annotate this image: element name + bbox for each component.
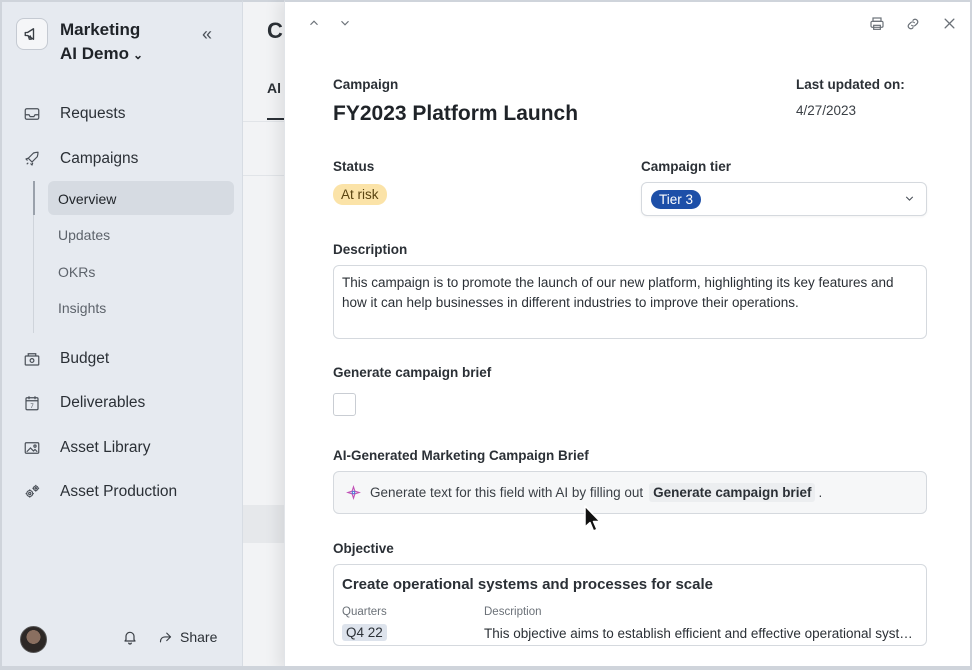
sidebar-item-deliverables[interactable]: 7 Deliverables [22, 391, 145, 415]
description-label: Description [333, 242, 408, 257]
workspace-switcher[interactable]: Marketing AI Demo ⌄ [16, 18, 143, 67]
objective-card[interactable]: Create operational systems and processes… [333, 564, 927, 646]
link-icon[interactable] [905, 16, 921, 37]
campaign-tier-label: Campaign tier [641, 159, 732, 174]
ai-sparkle-icon [346, 485, 361, 500]
inbox-icon [22, 104, 42, 124]
sidebar-item-asset-production[interactable]: Asset Production [22, 480, 177, 504]
ai-prompt-field-reference: Generate campaign brief [649, 483, 816, 502]
chevron-down-icon: ⌄ [132, 48, 144, 62]
sidebar-item-label: Requests [60, 105, 126, 122]
sidebar-subitem-insights[interactable]: Insights [58, 298, 106, 318]
ai-prompt-text: Generate text for this field with AI by … [370, 485, 644, 500]
quarters-header: Quarters [342, 606, 387, 618]
generate-brief-checkbox[interactable] [333, 393, 356, 416]
share-button[interactable]: Share [158, 629, 217, 645]
workspace-name-line1: Marketing [60, 20, 141, 39]
background-page [243, 0, 284, 670]
objective-title: Create operational systems and processes… [342, 576, 714, 593]
sidebar-item-budget[interactable]: Budget [22, 347, 109, 371]
campaign-detail-panel: Campaign FY2023 Platform Launch Last upd… [284, 0, 972, 670]
sidebar-item-requests[interactable]: Requests [22, 102, 125, 126]
background-divider [243, 121, 284, 122]
objective-label: Objective [333, 541, 394, 556]
sidebar-item-label: Campaigns [60, 150, 139, 167]
sidebar-subitem-okrs[interactable]: OKRs [58, 262, 95, 282]
chevron-down-icon[interactable] [338, 16, 352, 35]
sub-nav-guide [33, 215, 34, 333]
background-page-title: C [267, 18, 283, 43]
background-page-tab[interactable]: Al [267, 80, 281, 96]
ai-brief-label: AI-Generated Marketing Campaign Brief [333, 448, 589, 463]
collapse-sidebar-icon[interactable]: « [202, 24, 212, 45]
sidebar-item-campaigns[interactable]: Campaigns [22, 147, 138, 171]
objective-description: This objective aims to establish efficie… [484, 626, 914, 641]
campaign-label: Campaign [333, 77, 399, 92]
share-icon [159, 632, 172, 642]
last-updated-label: Last updated on: [796, 77, 905, 92]
sidebar: Marketing AI Demo ⌄ « Requests Campaigns … [0, 0, 243, 670]
image-icon [22, 438, 42, 458]
sidebar-item-label: Asset Library [60, 439, 151, 456]
background-divider [243, 175, 284, 176]
mouse-cursor-icon [583, 504, 603, 539]
avatar[interactable] [20, 625, 47, 653]
ai-brief-field[interactable]: Generate text for this field with AI by … [333, 471, 927, 514]
background-row-highlight [243, 505, 284, 543]
generate-brief-label: Generate campaign brief [333, 365, 492, 380]
print-icon[interactable] [869, 16, 885, 37]
sidebar-item-label: Asset Production [60, 483, 178, 500]
sidebar-subitem-overview[interactable]: Overview [58, 189, 116, 209]
sidebar-footer: Share [20, 625, 230, 653]
gears-icon [22, 482, 42, 502]
status-badge[interactable]: At risk [333, 184, 387, 205]
rocket-icon [22, 149, 42, 169]
megaphone-icon [16, 18, 48, 50]
sidebar-item-asset-library[interactable]: Asset Library [22, 436, 150, 460]
chevron-down-icon [903, 192, 916, 210]
workspace-name[interactable]: Marketing AI Demo ⌄ [60, 18, 143, 67]
sidebar-subitem-updates[interactable]: Updates [58, 225, 110, 245]
ai-prompt-end: . [818, 485, 823, 500]
window-border [0, 666, 972, 670]
share-label: Share [180, 629, 218, 645]
status-label: Status [333, 159, 375, 174]
description-field[interactable]: This campaign is to promote the launch o… [333, 265, 927, 339]
workspace-name-line2: AI Demo [60, 44, 129, 63]
calendar-day: 7 [30, 404, 34, 410]
bell-icon[interactable] [122, 629, 138, 650]
sub-nav-active-indicator [33, 181, 35, 215]
calendar-icon: 7 [22, 393, 42, 413]
page-title: FY2023 Platform Launch [333, 102, 579, 125]
sidebar-item-label: Deliverables [60, 394, 146, 411]
objective-description-header: Description [484, 606, 542, 618]
quarter-badge: Q4 22 [342, 624, 387, 641]
close-icon[interactable] [942, 16, 957, 36]
budget-icon [22, 349, 42, 369]
tier-badge: Tier 3 [651, 190, 702, 209]
background-tab-underline [267, 118, 284, 120]
last-updated-value: 4/27/2023 [796, 103, 857, 118]
campaign-tier-select[interactable]: Tier 3 [641, 182, 927, 216]
sidebar-item-label: Budget [60, 350, 110, 367]
chevron-up-icon[interactable] [307, 16, 321, 35]
